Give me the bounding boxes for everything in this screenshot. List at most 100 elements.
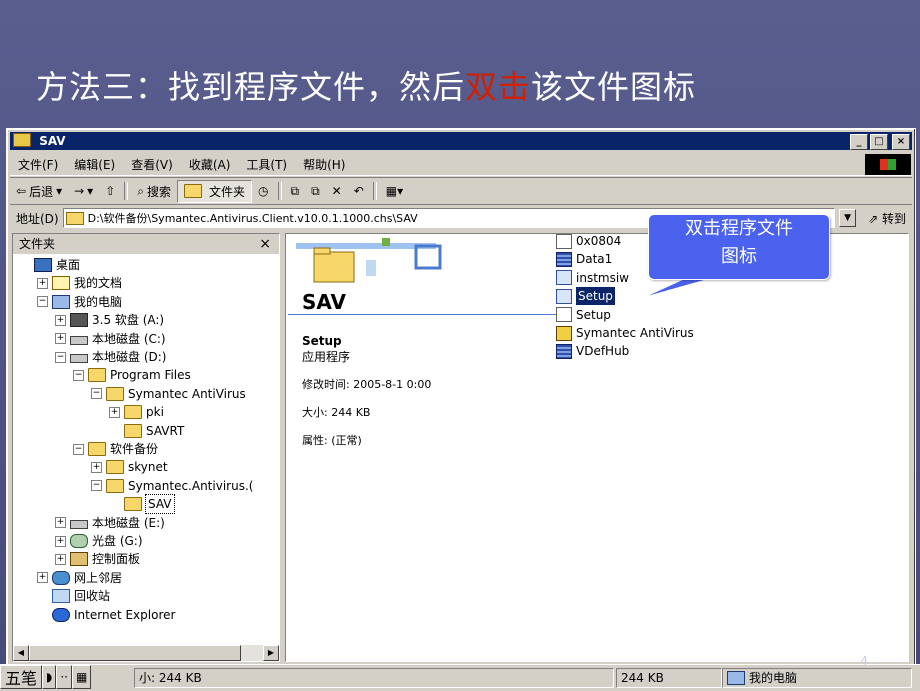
address-dropdown[interactable]: ▼	[839, 209, 857, 227]
ime-shape-button[interactable]: ◗	[42, 665, 57, 689]
tree-item[interactable]: + 控制面板	[55, 550, 140, 568]
history-button[interactable]: ◷	[252, 182, 274, 200]
file-name: Symantec AntiVirus	[576, 326, 694, 340]
tree-item[interactable]: Internet Explorer	[37, 606, 175, 624]
menu-edit[interactable]: 编辑(E)	[66, 156, 123, 173]
collapse-icon[interactable]: −	[91, 388, 102, 400]
ime-mode-button[interactable]: 五笔	[0, 665, 43, 689]
folders-icon	[184, 184, 203, 198]
tree-item[interactable]: + 本地磁盘 (C:)	[55, 330, 166, 348]
tree-item[interactable]: 回收站	[37, 587, 110, 605]
close-button[interactable]: ×	[892, 134, 910, 150]
tree-item[interactable]: + 本地磁盘 (E:)	[55, 514, 165, 532]
menu-tools[interactable]: 工具(T)	[238, 156, 295, 173]
tree-item[interactable]: SAV	[109, 494, 175, 515]
expand-icon[interactable]: +	[55, 553, 66, 565]
window-title: SAV	[39, 134, 66, 148]
tree-item[interactable]: − 软件备份	[73, 440, 158, 458]
search-button[interactable]: ⌕ 搜索	[131, 181, 177, 202]
expand-icon[interactable]: +	[55, 314, 66, 326]
window-titlebar[interactable]: SAV _ □ ×	[10, 132, 912, 150]
dropdown-icon: ▾	[56, 184, 63, 198]
tree-item-label: 本地磁盘 (E:)	[92, 515, 165, 530]
back-label: 后退	[29, 184, 54, 199]
scrollbar-thumb[interactable]	[29, 645, 241, 661]
delete-button[interactable]: ✕	[326, 182, 348, 200]
views-button[interactable]: ▦▾	[380, 182, 409, 200]
copy-to-icon: ⧉	[311, 183, 320, 198]
expand-icon[interactable]: +	[55, 517, 66, 529]
copy-to-button[interactable]: ⧉	[305, 182, 326, 201]
tree-item[interactable]: − 我的电脑	[37, 293, 122, 311]
tree-item-label: skynet	[128, 460, 168, 475]
file-item[interactable]: instmsiw	[556, 269, 629, 287]
folder-icon	[106, 478, 124, 493]
file-item[interactable]: VDefHub	[556, 342, 629, 360]
tree-item[interactable]: + 光盘 (G:)	[55, 532, 143, 550]
scroll-left-button[interactable]: ◀	[13, 645, 29, 661]
collapse-icon[interactable]: −	[37, 296, 48, 308]
tree-item[interactable]: + 网上邻居	[37, 569, 122, 587]
tree-item-label: 本地磁盘 (C:)	[92, 331, 166, 346]
computer-icon	[52, 294, 70, 309]
tree-item[interactable]: + skynet	[91, 458, 168, 476]
menu-file[interactable]: 文件(F)	[10, 156, 66, 173]
menu-bar: 文件(F) 编辑(E) 查看(V) 收藏(A) 工具(T) 帮助(H)	[10, 153, 912, 176]
tree-item[interactable]: + 我的文档	[37, 274, 122, 292]
menu-view[interactable]: 查看(V)	[123, 156, 181, 173]
ime-keyboard-button[interactable]: ▦	[71, 665, 92, 689]
tree-item[interactable]: − Symantec.Antivirus.(	[91, 477, 253, 495]
file-item[interactable]: Setup	[556, 306, 611, 324]
tree-item[interactable]: SAVRT	[109, 422, 184, 440]
collapse-icon[interactable]: −	[73, 443, 84, 455]
toolbar-separator	[277, 182, 282, 200]
expand-icon[interactable]: +	[91, 461, 102, 473]
status-zone: 我的电脑	[722, 668, 912, 688]
minimize-button[interactable]: _	[850, 134, 868, 150]
menu-help[interactable]: 帮助(H)	[295, 156, 353, 173]
file-item[interactable]: Symantec AntiVirus	[556, 324, 694, 342]
go-arrow-icon: ⇗	[868, 211, 879, 226]
tree-item[interactable]: − Symantec AntiVirus	[91, 385, 246, 403]
tree-item[interactable]: + pki	[109, 403, 164, 421]
callout-line2: 图标	[721, 246, 757, 267]
folders-pane-close-button[interactable]: ×	[259, 234, 271, 254]
ime-punct-button[interactable]: ··	[56, 665, 72, 689]
horizontal-scrollbar[interactable]: ◀ ▶	[13, 645, 279, 661]
file-item[interactable]: 0x0804	[556, 234, 621, 250]
expand-icon[interactable]: +	[37, 572, 48, 584]
collapse-icon[interactable]: −	[73, 369, 84, 381]
tree-item[interactable]: +3.5 软盘 (A:)	[55, 311, 164, 329]
tree-item-label: 软件备份	[110, 442, 159, 456]
maximize-button[interactable]: □	[870, 134, 888, 150]
go-button[interactable]: ⇗ 转到	[862, 209, 912, 228]
expand-icon[interactable]: +	[109, 406, 120, 418]
tree-item-label: 我的文档	[74, 276, 123, 291]
move-to-button[interactable]: ⧉	[285, 182, 306, 201]
toolbar-separator	[372, 182, 377, 200]
menu-favorites[interactable]: 收藏(A)	[181, 156, 239, 173]
tree-item-label: SAV	[145, 494, 175, 515]
undo-button[interactable]: ↶	[348, 182, 370, 200]
delete-icon: ✕	[331, 184, 342, 198]
scroll-right-button[interactable]: ▶	[263, 645, 279, 661]
tree-item[interactable]: 桌面	[19, 256, 80, 274]
toolbar-separator	[124, 182, 129, 200]
up-button[interactable]: ⇧	[99, 182, 121, 200]
folders-button[interactable]: 文件夹	[177, 179, 253, 203]
back-button[interactable]: ⇦ 后退 ▾	[10, 181, 68, 202]
forward-button[interactable]: → ▾	[68, 182, 99, 200]
tree-item-label: 桌面	[56, 258, 81, 272]
expand-icon[interactable]: +	[37, 277, 48, 289]
collapse-icon[interactable]: −	[55, 351, 66, 363]
folder-icon	[124, 405, 142, 420]
file-item[interactable]: Setup	[556, 287, 615, 306]
tree-item[interactable]: − 本地磁盘 (D:)	[55, 348, 166, 366]
file-item[interactable]: Data1	[556, 250, 612, 268]
callout-line1: 双击程序文件	[685, 218, 793, 239]
slide-title-part1: 方法三：找到程序文件，然后	[36, 68, 466, 106]
collapse-icon[interactable]: −	[91, 480, 102, 492]
expand-icon[interactable]: +	[55, 535, 66, 547]
expand-icon[interactable]: +	[55, 333, 66, 345]
tree-item[interactable]: − Program Files	[73, 366, 191, 384]
